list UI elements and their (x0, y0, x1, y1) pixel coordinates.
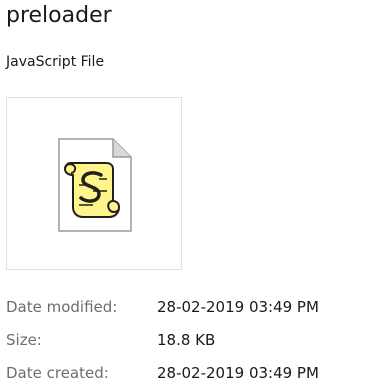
property-value: 28-02-2019 03:49 PM (157, 298, 319, 316)
property-label: Size: (6, 331, 42, 349)
file-thumbnail (6, 97, 182, 270)
details-pane: preloader JavaScript File Date modified:… (0, 0, 385, 390)
file-type: JavaScript File (6, 54, 105, 70)
property-value: 28-02-2019 03:49 PM (157, 364, 319, 382)
property-label: Date created: (6, 364, 109, 382)
property-value: 18.8 KB (157, 331, 216, 349)
property-label: Date modified: (6, 298, 118, 316)
javascript-file-icon (58, 138, 132, 232)
file-name: preloader (6, 3, 112, 28)
